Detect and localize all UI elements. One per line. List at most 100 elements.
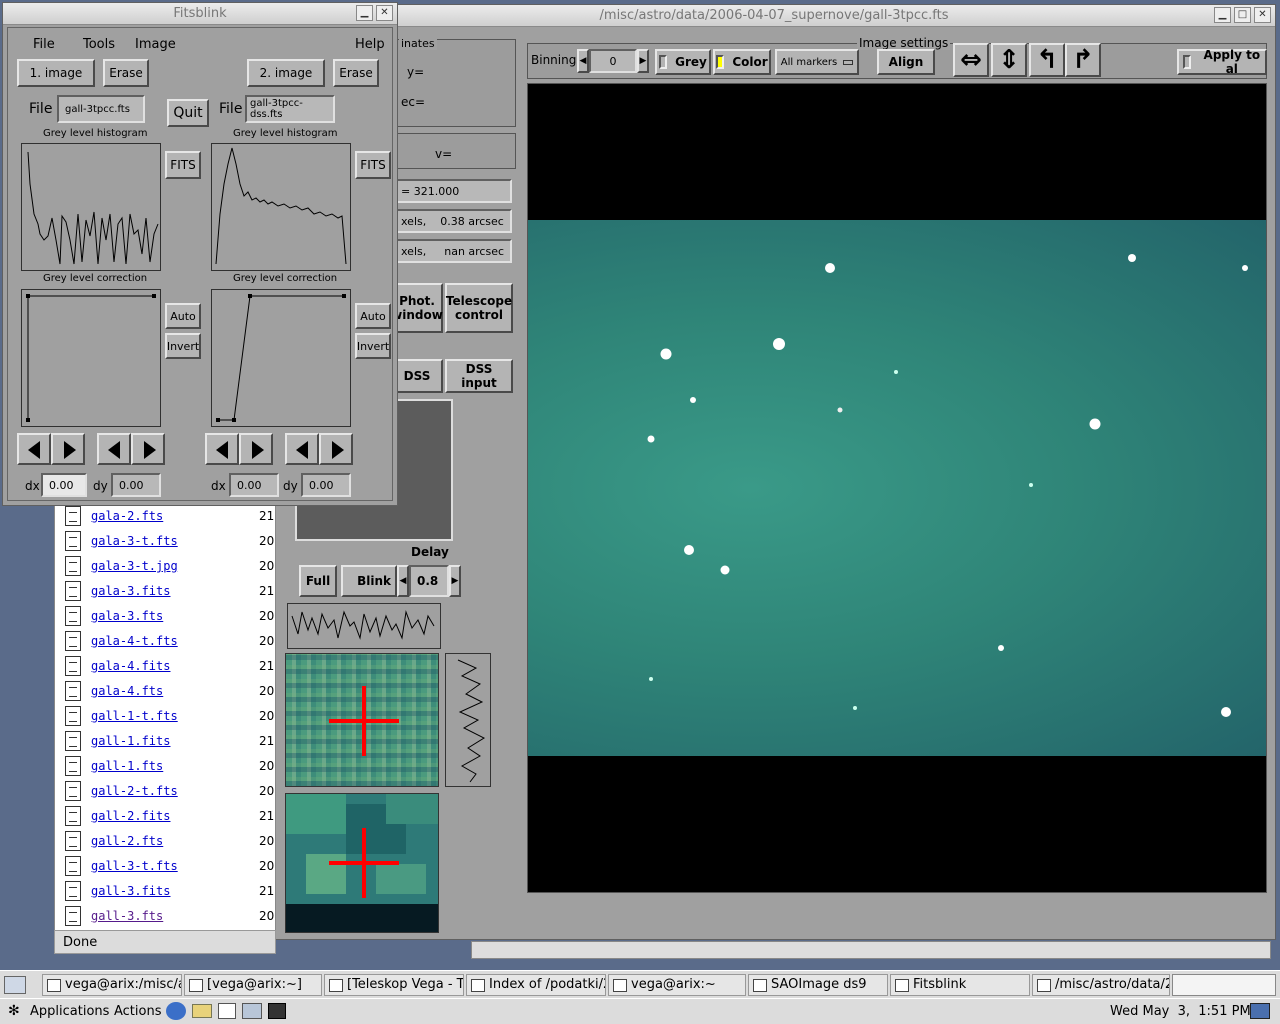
file-link[interactable]: gala-4.fits	[91, 659, 170, 673]
files-launcher-icon[interactable]	[242, 1003, 262, 1019]
flip-horizontal-button[interactable]: ⇔	[953, 43, 989, 77]
taskbar-button[interactable]: [vega@arix:~]	[184, 974, 322, 996]
image1-erase-button[interactable]: Erase	[103, 59, 149, 87]
image2-invert-button[interactable]: Invert	[355, 333, 391, 359]
delay-decrease-button[interactable]: ◀	[397, 565, 409, 597]
rotate-left-button[interactable]: ↰	[1029, 43, 1065, 77]
file-link[interactable]: gall-2.fts	[91, 834, 163, 848]
image2-shift-left-button[interactable]	[205, 433, 239, 465]
editor-launcher-icon[interactable]	[218, 1003, 236, 1019]
binning-field[interactable]: 0	[589, 49, 637, 73]
image1-shift2-right-button[interactable]	[131, 433, 165, 465]
clock[interactable]: Wed May 3, 1:51 PM	[1110, 1004, 1251, 1019]
file-link[interactable]: gala-3.fts	[91, 609, 163, 623]
taskbar-button[interactable]: SAOImage ds9	[748, 974, 888, 996]
phot-window-button[interactable]: Phot. window	[391, 283, 443, 333]
tray-icon[interactable]	[1250, 1003, 1270, 1019]
image1-shift2-left-button[interactable]	[97, 433, 131, 465]
list-item[interactable]: gala-4.fts 20	[55, 679, 275, 704]
image2-fits-button[interactable]: FITS	[355, 151, 391, 179]
image-canvas[interactable]	[527, 83, 1267, 893]
color-toggle[interactable]: Color	[713, 49, 771, 75]
menu-image[interactable]: Image	[135, 37, 176, 52]
image2-shift-right-button[interactable]	[239, 433, 273, 465]
menu-file[interactable]: File	[33, 37, 55, 52]
quit-button[interactable]: Quit	[167, 99, 209, 127]
delay-increase-button[interactable]: ▶	[449, 565, 461, 597]
file-link[interactable]: gall-2-t.fts	[91, 784, 178, 798]
taskbar-button[interactable]: Index of /podatki/20	[466, 974, 606, 996]
terminal-launcher-icon[interactable]	[268, 1003, 286, 1019]
image1-shift-right-button[interactable]	[51, 433, 85, 465]
file-link[interactable]: gall-3-t.fts	[91, 859, 178, 873]
close-icon[interactable]: ✕	[1254, 7, 1271, 23]
file-link[interactable]: gall-3.fts	[91, 909, 163, 923]
image1-invert-button[interactable]: Invert	[165, 333, 201, 359]
binning-decrease-button[interactable]: ◀	[577, 49, 589, 73]
list-item[interactable]: gall-3.fits 21	[55, 879, 275, 904]
image2-auto-button[interactable]: Auto	[355, 303, 391, 329]
image1-file-field[interactable]: gall-3tpcc.fts	[57, 95, 145, 123]
telescope-control-button[interactable]: Telescope control	[445, 283, 513, 333]
file-link[interactable]: gala-3-t.jpg	[91, 559, 178, 573]
image1-fits-button[interactable]: FITS	[165, 151, 201, 179]
dss-input-button[interactable]: DSS input	[445, 359, 513, 393]
list-item[interactable]: gall-3.fts 20	[55, 904, 275, 929]
file-link[interactable]: gall-3.fits	[91, 884, 170, 898]
list-item[interactable]: gall-2.fts 20	[55, 829, 275, 854]
flip-vertical-button[interactable]: ⇕	[991, 43, 1027, 77]
list-item[interactable]: gala-2.fts 21	[55, 504, 275, 529]
list-item[interactable]: gala-3-t.fts 20	[55, 529, 275, 554]
taskbar-button[interactable]: vega@arix:/misc/as	[42, 974, 182, 996]
file-link[interactable]: gall-1.fts	[91, 759, 163, 773]
file-link[interactable]: gala-4.fts	[91, 684, 163, 698]
image1-dx-field[interactable]: 0.00	[41, 473, 87, 497]
image1-dy-field[interactable]: 0.00	[111, 473, 161, 497]
file-link[interactable]: gala-4-t.fts	[91, 634, 178, 648]
image2-dy-field[interactable]: 0.00	[301, 473, 351, 497]
list-item[interactable]: gala-3.fts 20	[55, 604, 275, 629]
image1-auto-button[interactable]: Auto	[165, 303, 201, 329]
grey-toggle[interactable]: Grey	[655, 49, 711, 75]
dss-button[interactable]: DSS	[391, 359, 443, 393]
workspace-switcher[interactable]	[1172, 974, 1276, 996]
sky-image[interactable]	[528, 220, 1266, 756]
browser-launcher-icon[interactable]	[166, 1002, 186, 1020]
file-link[interactable]: gall-1-t.fts	[91, 709, 178, 723]
image2-shift2-right-button[interactable]	[319, 433, 353, 465]
applications-menu[interactable]: Applications	[30, 1004, 109, 1019]
fitsblink-titlebar[interactable]: Fitsblink ▁ ✕	[3, 3, 397, 25]
file-link[interactable]: gall-2.fits	[91, 809, 170, 823]
file-link[interactable]: gala-2.fts	[91, 509, 163, 523]
maximize-icon[interactable]: □	[1234, 7, 1251, 23]
delay-field[interactable]: 0.8	[409, 565, 449, 597]
list-item[interactable]: gall-1.fts 20	[55, 754, 275, 779]
list-item[interactable]: gall-2-t.fts 20	[55, 779, 275, 804]
menu-tools[interactable]: Tools	[83, 37, 115, 52]
taskbar-button[interactable]: /misc/astro/data/200	[1032, 974, 1170, 996]
align-button[interactable]: Align	[877, 49, 935, 75]
binning-increase-button[interactable]: ▶	[637, 49, 649, 73]
file-link[interactable]: gall-1.fits	[91, 734, 170, 748]
image1-button[interactable]: 1. image	[17, 59, 95, 87]
taskbar-button[interactable]: [Teleskop Vega - Te	[324, 974, 464, 996]
full-button[interactable]: Full	[299, 565, 337, 597]
image2-file-field[interactable]: gall-3tpcc-dss.fts	[245, 95, 335, 123]
close-icon[interactable]: ✕	[376, 5, 393, 21]
image1-shift-left-button[interactable]	[17, 433, 51, 465]
list-item[interactable]: gala-3.fits 21	[55, 579, 275, 604]
image1-correction-curve[interactable]	[21, 289, 161, 427]
file-link[interactable]: gala-3.fits	[91, 584, 170, 598]
image2-button[interactable]: 2. image	[247, 59, 325, 87]
list-item[interactable]: gall-2.fits 21	[55, 804, 275, 829]
list-item[interactable]: gall-3-t.fts 20	[55, 854, 275, 879]
minimize-icon[interactable]: ▁	[356, 5, 373, 21]
markers-dropdown[interactable]: All markers	[775, 49, 859, 75]
list-item[interactable]: gala-4-t.fts 20	[55, 629, 275, 654]
image2-correction-curve[interactable]	[211, 289, 351, 427]
mail-launcher-icon[interactable]	[192, 1004, 212, 1018]
menu-help[interactable]: Help	[355, 37, 385, 52]
list-item[interactable]: gala-3-t.jpg 20	[55, 554, 275, 579]
blink-button[interactable]: Blink	[341, 565, 397, 597]
image2-erase-button[interactable]: Erase	[333, 59, 379, 87]
